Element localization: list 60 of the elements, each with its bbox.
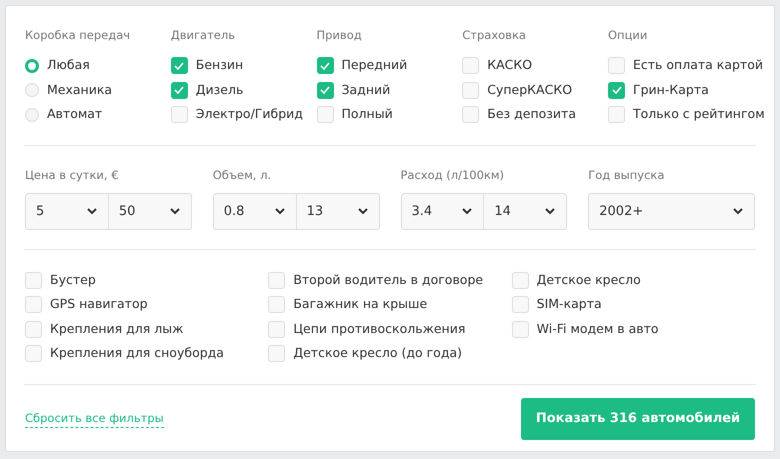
group-title: Опции <box>608 27 648 44</box>
option-label: Есть оплата картой <box>633 56 763 74</box>
option-label: Полный <box>342 105 393 124</box>
select-dropdown[interactable]: 0.8 <box>212 193 297 230</box>
chevron-down-icon <box>462 208 472 215</box>
option-label: Детское кресло <box>536 270 641 289</box>
option-label: Передний <box>342 56 408 74</box>
option-label: Без депозита <box>487 105 576 124</box>
group-title: Двигатель <box>170 27 235 44</box>
group-title: Страховка <box>462 27 526 44</box>
option-label: Бустер <box>50 270 96 289</box>
option-label: Крепления для лыж <box>50 320 184 338</box>
option-label: SIM-карта <box>536 295 602 314</box>
chevron-down-icon <box>86 208 97 215</box>
checkmark-icon <box>174 86 184 94</box>
select-dropdown[interactable]: 13 <box>296 193 380 230</box>
option-label: Бензин <box>196 56 244 74</box>
option-label: Цепи противоскольжения <box>293 320 466 338</box>
range-label: Объем, л. <box>212 166 272 184</box>
option-label: Автомат <box>47 105 102 124</box>
option-label: СуперКАСКО <box>487 80 572 99</box>
option-label: Только с рейтингом <box>633 105 765 124</box>
option-label: Грин-Карта <box>633 80 709 99</box>
group-title: Привод <box>316 27 362 44</box>
select-dropdown[interactable]: 14 <box>484 193 568 230</box>
checkbox[interactable] <box>170 57 188 74</box>
select-dropdown[interactable]: 2002+ <box>588 193 755 230</box>
checkbox[interactable] <box>316 82 334 98</box>
chevron-down-icon <box>274 208 285 215</box>
checkbox[interactable] <box>316 57 334 74</box>
range-label: Расход (л/100км) <box>400 166 504 184</box>
chevron-down-icon <box>545 208 556 215</box>
group-title: Коробка передач <box>25 27 130 44</box>
checkmark-icon <box>320 86 330 94</box>
option-label: Электро/Гибрид <box>196 105 303 124</box>
checkbox[interactable] <box>608 82 625 98</box>
option-label: Любая <box>47 56 90 74</box>
range-label: Год выпуска <box>588 166 664 184</box>
chevron-down-icon <box>170 208 180 215</box>
option-label: GPS навигатор <box>50 295 148 314</box>
option-label: Wi-Fi модем в авто <box>536 320 659 338</box>
option-label: Дизель <box>196 80 244 99</box>
checkmark-icon <box>320 62 330 70</box>
option-label: Механика <box>47 80 112 99</box>
checkmark-icon <box>174 62 184 70</box>
option-label: Крепления для сноуборда <box>50 344 224 362</box>
select-dropdown[interactable]: 3.4 <box>400 193 484 230</box>
option-label: Багажник на крыше <box>293 295 428 314</box>
chevron-down-icon <box>733 208 743 215</box>
range-label: Цена в сутки, € <box>25 166 119 184</box>
chevron-down-icon <box>358 208 368 215</box>
option-label: КАСКО <box>487 56 532 74</box>
option-label: Задний <box>342 80 390 99</box>
option-label: Второй водитель в договоре <box>293 270 484 289</box>
select-dropdown[interactable]: 50 <box>108 193 192 230</box>
checkmark-icon <box>612 86 622 94</box>
option-label: Детское кресло (до года) <box>293 344 462 362</box>
radio-button[interactable] <box>25 58 39 72</box>
checkbox[interactable] <box>170 82 188 98</box>
select-dropdown[interactable]: 5 <box>25 193 109 230</box>
